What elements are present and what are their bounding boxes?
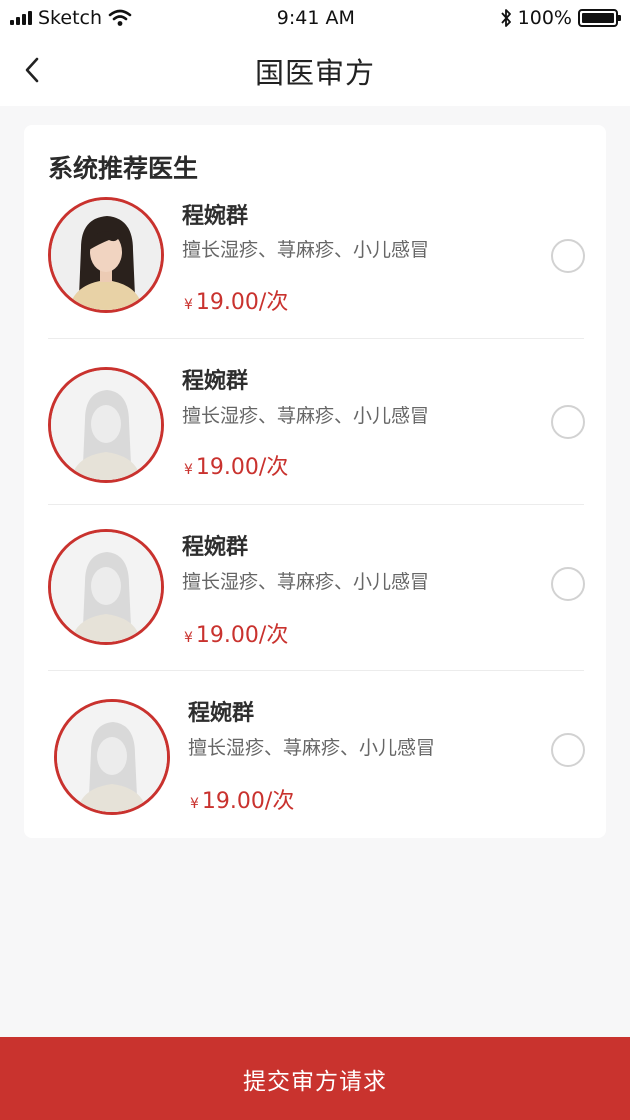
carrier-label: Sketch	[38, 7, 103, 29]
doctor-item[interactable]: 程婉群 擅长湿疹、荨麻疹、小儿感冒 ¥19.00/次	[24, 671, 606, 837]
doctor-photo	[51, 200, 161, 310]
doctor-name: 程婉群	[182, 204, 249, 229]
nav-bar: 国医审方	[0, 36, 630, 106]
doctor-price: ¥19.00/次	[184, 617, 288, 649]
doctor-photo	[57, 702, 167, 812]
battery-percent: 100%	[517, 7, 572, 29]
doctor-photo	[51, 532, 161, 642]
wifi-icon	[108, 9, 132, 26]
currency-symbol: ¥	[190, 796, 199, 812]
doctor-photo	[51, 370, 161, 480]
select-radio[interactable]	[551, 733, 585, 767]
currency-symbol: ¥	[184, 297, 193, 313]
doctor-avatar	[48, 529, 164, 645]
doctor-item[interactable]: 程婉群 擅长湿疹、荨麻疹、小儿感冒 ¥19.00/次	[24, 173, 606, 339]
doctor-price: ¥19.00/次	[184, 284, 288, 316]
back-button[interactable]	[14, 50, 50, 90]
doctor-item[interactable]: 程婉群 擅长湿疹、荨麻疹、小儿感冒 ¥19.00/次	[24, 339, 606, 505]
price-value: 19.00/次	[195, 290, 289, 315]
status-left: Sketch	[10, 7, 132, 29]
select-radio[interactable]	[551, 567, 585, 601]
currency-symbol: ¥	[184, 462, 193, 478]
doctor-specialty: 擅长湿疹、荨麻疹、小儿感冒	[182, 239, 430, 261]
bluetooth-icon	[500, 9, 511, 27]
page-title: 国医审方	[254, 56, 375, 90]
doctor-price: ¥19.00/次	[190, 783, 294, 815]
doctor-name: 程婉群	[182, 535, 249, 560]
clock: 9:41 AM	[276, 7, 355, 29]
doctor-price: ¥19.00/次	[184, 449, 288, 481]
status-right: 100%	[500, 7, 621, 29]
price-value: 19.00/次	[195, 623, 289, 648]
doctor-specialty: 擅长湿疹、荨麻疹、小儿感冒	[182, 405, 430, 427]
select-radio[interactable]	[551, 239, 585, 273]
doctor-item[interactable]: 程婉群 擅长湿疹、荨麻疹、小儿感冒 ¥19.00/次	[24, 505, 606, 671]
chevron-left-icon	[25, 57, 39, 83]
submit-button[interactable]: 提交审方请求	[0, 1037, 630, 1120]
doctor-name: 程婉群	[188, 701, 255, 726]
doctor-avatar	[48, 197, 164, 313]
currency-symbol: ¥	[184, 630, 193, 646]
doctor-specialty: 擅长湿疹、荨麻疹、小儿感冒	[182, 571, 430, 593]
battery-fill	[581, 13, 614, 23]
price-value: 19.00/次	[195, 455, 289, 480]
doctor-avatar	[48, 367, 164, 483]
battery-icon	[577, 9, 621, 27]
status-bar: Sketch 9:41 AM 100%	[0, 0, 630, 36]
price-value: 19.00/次	[201, 789, 295, 814]
recommend-card: 系统推荐医生 程婉群 擅长湿疹、荨麻疹、小儿感冒 ¥19.00/次 程婉群 擅长…	[24, 125, 606, 838]
doctor-name: 程婉群	[182, 369, 249, 394]
doctor-specialty: 擅长湿疹、荨麻疹、小儿感冒	[188, 737, 436, 759]
doctor-avatar	[54, 699, 170, 815]
signal-icon	[10, 11, 32, 25]
select-radio[interactable]	[551, 405, 585, 439]
